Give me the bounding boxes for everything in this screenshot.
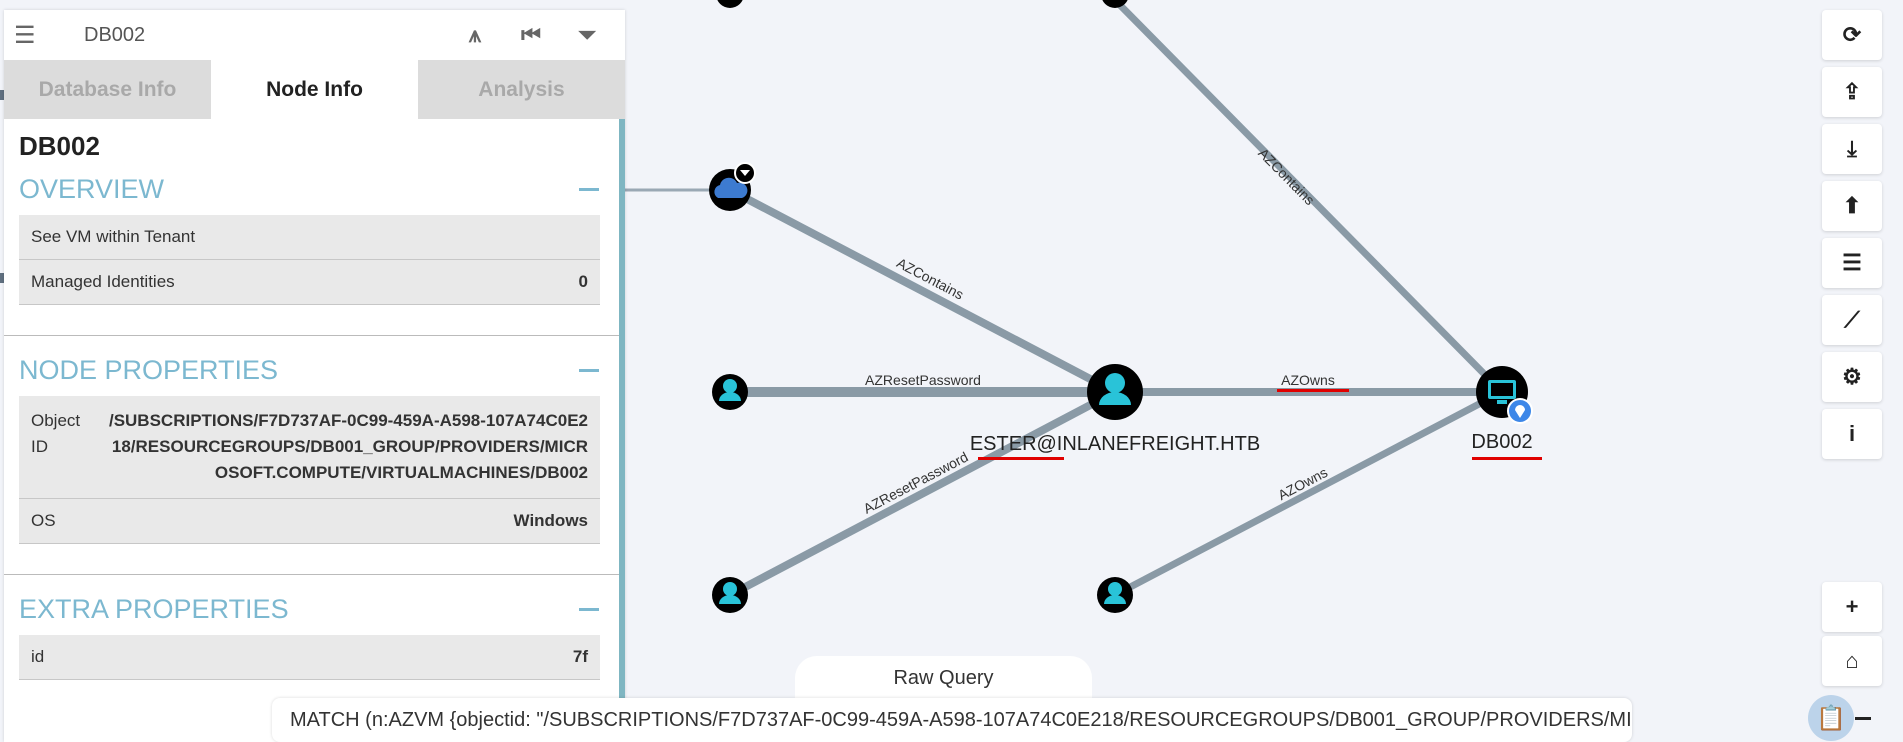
settings-button[interactable]: ⚙ — [1822, 352, 1882, 402]
edge-line[interactable] — [728, 388, 1117, 599]
tab-database-info[interactable]: Database Info — [4, 60, 211, 119]
edge-label: AZResetPassword — [865, 372, 981, 388]
download-button[interactable]: ⤓ — [1822, 124, 1882, 174]
zoom-out-icon[interactable] — [1855, 717, 1871, 720]
row-key: OS — [31, 511, 56, 530]
upload-button[interactable]: ⇪ — [1822, 67, 1882, 117]
row-value: 7f — [572, 647, 588, 666]
refresh-icon: ⟳ — [1842, 22, 1862, 47]
stats-button[interactable]: ⟋ — [1822, 295, 1882, 345]
edge-label: AZContains — [1255, 145, 1318, 208]
overview-row[interactable]: See VM within Tenant — [19, 215, 600, 260]
clipboard-icon: 📋 — [1816, 704, 1846, 732]
row-key: See VM within Tenant — [31, 227, 196, 246]
divider — [4, 335, 619, 336]
node-title: DB002 — [19, 131, 100, 161]
home-button[interactable]: ⌂ — [1822, 636, 1882, 686]
property-row: Object ID /SUBSCRIPTIONS/F7D737AF-0C99-4… — [19, 396, 600, 499]
about-icon: i — [1848, 421, 1856, 446]
pathfinding-icon[interactable]: ⩚ — [447, 22, 503, 48]
row-key: id — [31, 647, 45, 666]
row-key: Managed Identities — [31, 272, 175, 291]
download-icon: ⤓ — [1847, 136, 1857, 161]
queries-button[interactable]: ☰ — [1822, 238, 1882, 288]
panel-scrollbar[interactable] — [619, 119, 625, 742]
raw-query-input[interactable]: MATCH (n:AZVM {objectid: "/SUBSCRIPTIONS… — [272, 698, 1632, 742]
clipboard-button[interactable]: 📋 — [1808, 695, 1854, 741]
divider — [4, 574, 619, 575]
row-value: 0 — [578, 272, 588, 291]
user-node[interactable] — [1097, 577, 1133, 613]
query-list-icon: ☰ — [1842, 250, 1862, 275]
edge-line[interactable] — [728, 186, 1117, 396]
info-circle-icon: ⬆ — [1842, 193, 1862, 218]
edge-label: AZOwns — [1281, 372, 1335, 388]
zoom-in-button[interactable]: + — [1822, 582, 1882, 632]
panel-content: DB002 OVERVIEW See VM within Tenant Mana… — [4, 119, 619, 742]
user-node[interactable] — [712, 374, 748, 410]
panel-tabs: Database Info Node Info Analysis — [4, 60, 625, 119]
section-title: EXTRA PROPERTIES — [19, 593, 289, 624]
node-partial[interactable] — [716, 0, 744, 8]
user-node-main[interactable] — [1087, 364, 1143, 420]
upload-icon: ⇪ — [1842, 79, 1862, 104]
node-properties-rows: Object ID /SUBSCRIPTIONS/F7D737AF-0C99-4… — [19, 396, 600, 544]
settings-icon: ⚙ — [1842, 364, 1862, 389]
import-button[interactable]: ⬆ — [1822, 181, 1882, 231]
zoom-in-icon: + — [1845, 594, 1859, 619]
search-input[interactable]: DB002 — [54, 24, 447, 47]
row-value: /SUBSCRIPTIONS/F7D737AF-0C99-459A-A598-1… — [108, 411, 588, 482]
overview-header[interactable]: OVERVIEW — [4, 163, 619, 215]
extra-properties-rows: id 7f — [19, 635, 600, 680]
tab-analysis[interactable]: Analysis — [418, 60, 625, 119]
refresh-button[interactable]: ⟳ — [1822, 10, 1882, 60]
edge-line[interactable] — [1113, 388, 1504, 599]
collapse-icon[interactable] — [579, 368, 599, 372]
node-info-panel: ☰ DB002 ⩚ ⏮ ⏷ Database Info Node Info An… — [4, 10, 625, 742]
chart-icon: ⟋ — [1844, 307, 1860, 332]
back-icon[interactable]: ⏮ — [503, 22, 559, 48]
node-label-vm: DB002 — [1471, 431, 1532, 453]
section-title: OVERVIEW — [19, 173, 165, 204]
node-properties-header[interactable]: NODE PROPERTIES — [4, 344, 619, 396]
vm-node[interactable] — [1476, 366, 1533, 424]
highlight-underline — [1277, 389, 1349, 392]
edge-label: AZResetPassword — [861, 449, 971, 517]
extra-properties-header[interactable]: EXTRA PROPERTIES — [4, 583, 619, 635]
collapse-icon[interactable] — [579, 607, 599, 611]
raw-query-toggle[interactable]: Raw Query — [795, 656, 1092, 700]
collapse-icon[interactable] — [579, 187, 599, 191]
highlight-underline — [1472, 457, 1542, 460]
node-label-user: ESTER@INLANEFREIGHT.HTB — [970, 433, 1260, 455]
home-icon: ⌂ — [1845, 648, 1859, 673]
about-button[interactable]: i — [1822, 409, 1882, 459]
tab-node-info[interactable]: Node Info — [211, 60, 418, 119]
overview-row[interactable]: Managed Identities 0 — [19, 260, 600, 305]
property-row: id 7f — [19, 635, 600, 680]
filter-icon[interactable]: ⏷ — [559, 22, 615, 48]
highlight-underline — [978, 457, 1064, 460]
menu-icon[interactable]: ☰ — [14, 21, 54, 50]
user-node[interactable] — [712, 577, 748, 613]
section-title: NODE PROPERTIES — [19, 354, 279, 385]
property-row: OS Windows — [19, 499, 600, 544]
raw-query-label: Raw Query — [893, 666, 994, 689]
row-value: Windows — [513, 511, 588, 530]
row-key: Object ID — [31, 411, 81, 456]
search-bar: ☰ DB002 ⩚ ⏮ ⏷ — [4, 10, 625, 60]
overview-rows: See VM within Tenant Managed Identities … — [19, 215, 600, 305]
